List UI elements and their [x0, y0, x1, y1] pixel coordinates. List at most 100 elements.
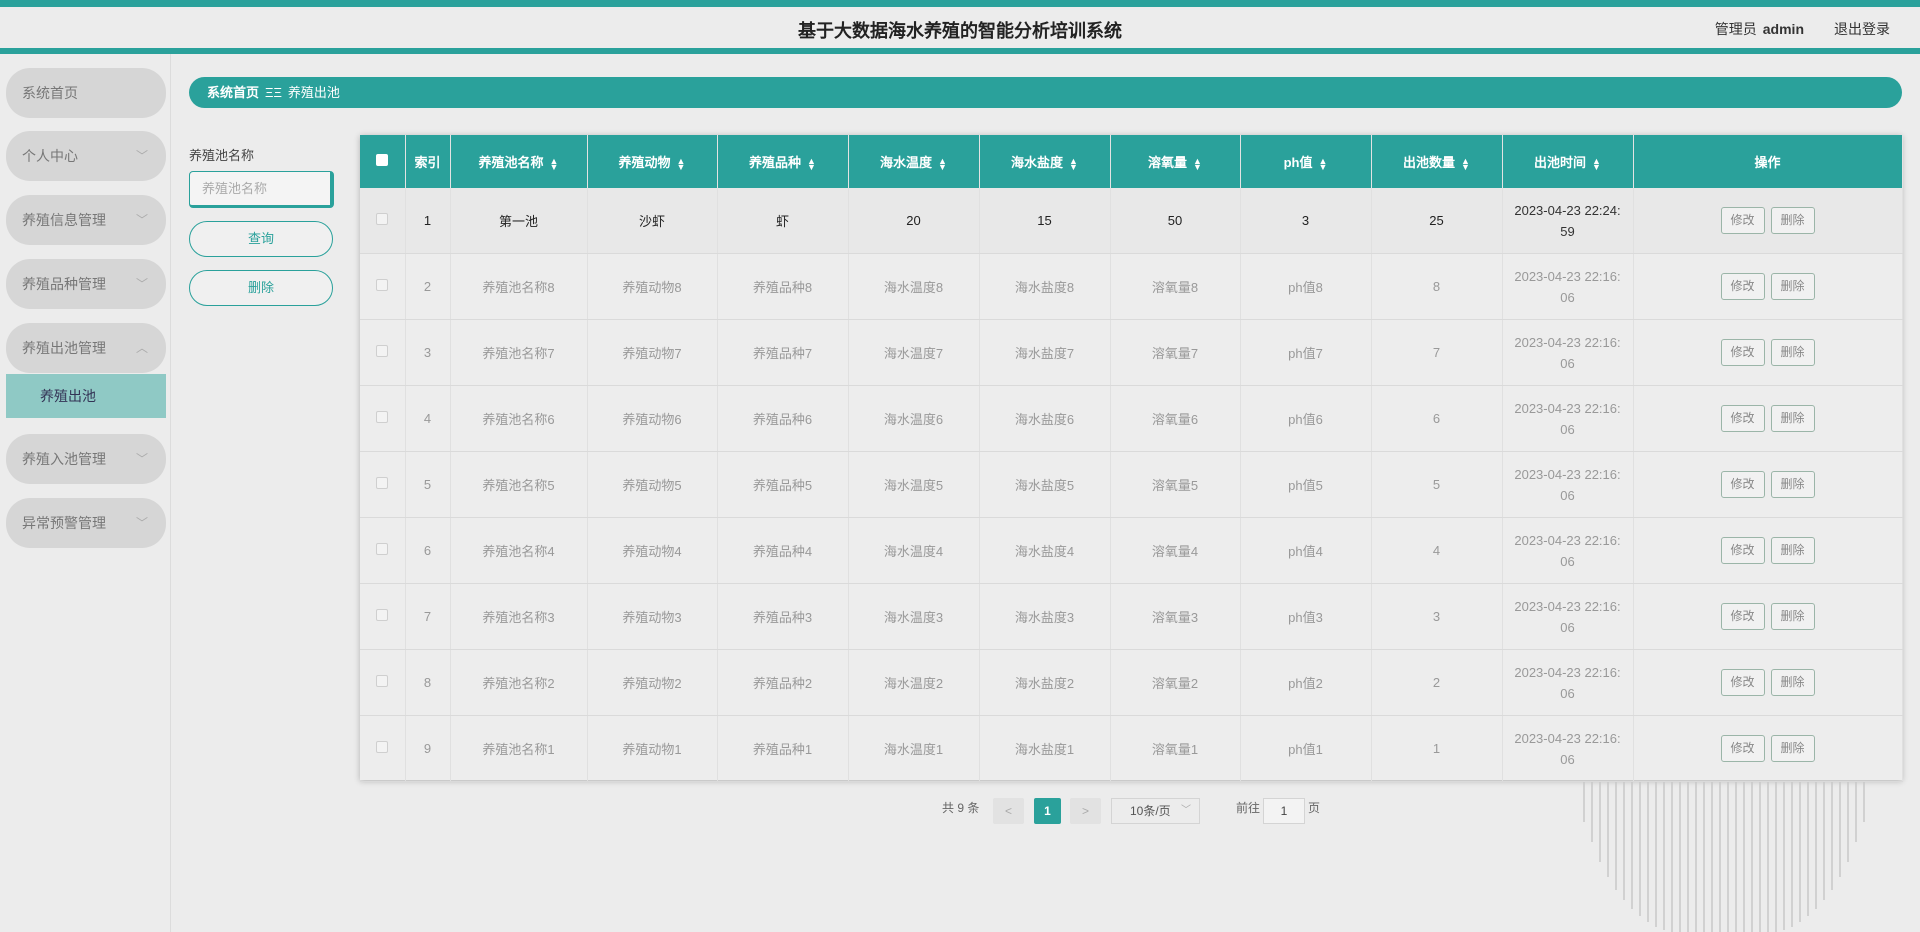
decorative-stripes [1583, 782, 1865, 932]
edit-button[interactable]: 修改 [1720, 339, 1765, 366]
sidebar-item-alert[interactable]: 异常预警管理 ﹀ [6, 498, 166, 548]
next-page-button[interactable]: > [1070, 798, 1101, 824]
cell-animal: 养殖动物4 [587, 517, 718, 584]
table-row[interactable]: 6 养殖池名称4 养殖动物4 养殖品种4 海水温度4 海水盐度4 溶氧量4 ph值4 4 2023… [360, 517, 1903, 584]
row-checkbox[interactable] [376, 345, 389, 357]
header-pool-name[interactable]: 养殖池名称 ▲ ▼ [450, 135, 588, 188]
logout-button[interactable]: 退出登录 [1834, 19, 1890, 39]
row-select-cell[interactable] [360, 583, 406, 650]
delete-button[interactable]: 删除 [1770, 339, 1815, 366]
delete-button[interactable]: 删除 [1770, 405, 1815, 432]
header-quantity[interactable]: 出池数量 ▲ ▼ [1371, 135, 1503, 188]
sidebar-subitem-pool-out[interactable]: 养殖出池 [6, 374, 166, 418]
sort-icon[interactable]: ▲ ▼ [550, 156, 559, 171]
cell-variety: 养殖品种7 [717, 319, 849, 386]
row-select-cell[interactable] [360, 649, 406, 716]
edit-button[interactable]: 修改 [1720, 537, 1765, 564]
row-checkbox[interactable] [376, 411, 389, 423]
header-animal[interactable]: 养殖动物 ▲ ▼ [587, 135, 718, 188]
sort-icon[interactable]: ▲ ▼ [1193, 156, 1202, 171]
goto-prefix: 前往 [1236, 801, 1261, 815]
row-checkbox[interactable] [376, 213, 389, 225]
cell-oxygen: 溶氧量7 [1110, 319, 1241, 386]
delete-button[interactable]: 删除 [1770, 207, 1815, 234]
table-row[interactable]: 4 养殖池名称6 养殖动物6 养殖品种6 海水温度6 海水盐度6 溶氧量6 ph值6 6 2023… [360, 385, 1903, 452]
edit-button[interactable]: 修改 [1720, 273, 1765, 300]
sort-icon[interactable]: ▲ ▼ [1461, 156, 1470, 171]
sidebar-item-breed-variety[interactable]: 养殖品种管理 ﹀ [6, 259, 166, 309]
edit-button[interactable]: 修改 [1720, 207, 1765, 234]
row-checkbox[interactable] [376, 543, 389, 555]
sort-icon[interactable]: ▲ ▼ [677, 156, 686, 171]
row-select-cell[interactable] [360, 517, 406, 584]
query-button[interactable]: 查询 [189, 221, 333, 257]
edit-button[interactable]: 修改 [1720, 471, 1765, 498]
delete-button[interactable]: 删除 [1770, 669, 1815, 696]
row-checkbox[interactable] [376, 609, 389, 621]
pool-name-search-input[interactable] [189, 171, 334, 208]
cell-actions: 修改 删除 [1633, 385, 1903, 452]
cell-temperature: 海水温度5 [848, 451, 980, 518]
row-select-cell[interactable] [360, 253, 406, 320]
table-row[interactable]: 3 养殖池名称7 养殖动物7 养殖品种7 海水温度7 海水盐度7 溶氧量7 ph值7 7 2023… [360, 319, 1903, 386]
delete-button[interactable]: 删除 [1770, 537, 1815, 564]
table-row[interactable]: 5 养殖池名称5 养殖动物5 养殖品种5 海水温度5 海水盐度5 溶氧量5 ph值5 5 2023… [360, 451, 1903, 518]
sort-icon[interactable]: ▲ ▼ [807, 156, 816, 171]
prev-page-button[interactable]: < [993, 798, 1024, 824]
header-salinity[interactable]: 海水盐度 ▲ ▼ [979, 135, 1111, 188]
page-size-select[interactable]: 10条/页 ﹀ [1111, 798, 1200, 824]
cell-out-time: 2023-04-23 22:16: 06 [1502, 649, 1634, 716]
row-select-cell[interactable] [360, 715, 406, 782]
cell-salinity: 15 [979, 188, 1111, 254]
select-all-checkbox[interactable] [376, 154, 389, 166]
row-checkbox[interactable] [376, 279, 389, 291]
batch-delete-button[interactable]: 删除 [189, 270, 333, 306]
sort-icon[interactable]: ▲ ▼ [1318, 156, 1327, 171]
cell-salinity: 海水盐度5 [979, 451, 1111, 518]
cell-actions: 修改 删除 [1633, 517, 1903, 584]
row-checkbox[interactable] [376, 741, 389, 753]
header-select-all[interactable] [360, 135, 406, 188]
delete-button[interactable]: 删除 [1770, 273, 1815, 300]
edit-button[interactable]: 修改 [1720, 405, 1765, 432]
row-select-cell[interactable] [360, 319, 406, 386]
row-checkbox[interactable] [376, 477, 389, 489]
header-temperature[interactable]: 海水温度 ▲ ▼ [848, 135, 980, 188]
row-checkbox[interactable] [376, 675, 389, 687]
table-row[interactable]: 1 第一池 沙虾虾 20 15 50 3 25 2023-04-23 22:24: 59 修改 删除 [360, 188, 1903, 254]
chevron-down-icon: ﹀ [135, 516, 148, 530]
table-row[interactable]: 9 养殖池名称1 养殖动物1 养殖品种1 海水温度1 海水盐度1 溶氧量1 ph值1 1 2023… [360, 715, 1903, 782]
header-oxygen[interactable]: 溶氧量 ▲ ▼ [1110, 135, 1241, 188]
edit-button[interactable]: 修改 [1720, 735, 1765, 762]
sort-icon[interactable]: ▲ ▼ [1592, 156, 1601, 171]
row-select-cell[interactable] [360, 188, 406, 254]
header-out-time[interactable]: 出池时间 ▲ ▼ [1502, 135, 1634, 188]
sidebar-item-label: 养殖入池管理 [22, 451, 106, 467]
breadcrumb-home[interactable]: 系统首页 [207, 85, 259, 100]
header-ph[interactable]: ph值 ▲ ▼ [1240, 135, 1372, 188]
sidebar-item-profile[interactable]: 个人中心 ﹀ [6, 131, 166, 181]
chevron-down-icon: ﹀ [135, 149, 148, 163]
cell-index: 1 [405, 188, 451, 254]
sidebar-item-home[interactable]: 系统首页 [6, 68, 166, 118]
sort-icon[interactable]: ▲ ▼ [938, 156, 947, 171]
row-select-cell[interactable] [360, 451, 406, 518]
sidebar-item-breeding-info[interactable]: 养殖信息管理 ﹀ [6, 195, 166, 245]
header-variety[interactable]: 养殖品种 ▲ ▼ [717, 135, 849, 188]
delete-button[interactable]: 删除 [1770, 471, 1815, 498]
sidebar-item-pool-in[interactable]: 养殖入池管理 ﹀ [6, 434, 166, 484]
edit-button[interactable]: 修改 [1720, 669, 1765, 696]
delete-button[interactable]: 删除 [1770, 735, 1815, 762]
sidebar-item-pool-out[interactable]: 养殖出池管理 ︿ [6, 323, 166, 373]
table-row[interactable]: 8 养殖池名称2 养殖动物2 养殖品种2 海水温度2 海水盐度2 溶氧量2 ph值2 2 2023… [360, 649, 1903, 716]
page-number-1[interactable]: 1 [1034, 798, 1061, 824]
cell-pool-name: 养殖池名称4 [450, 517, 588, 584]
delete-button[interactable]: 删除 [1770, 603, 1815, 630]
table-row[interactable]: 2 养殖池名称8 养殖动物8 养殖品种8 海水温度8 海水盐度8 溶氧量8 ph值8 8 2023… [360, 253, 1903, 320]
row-select-cell[interactable] [360, 385, 406, 452]
sort-icon[interactable]: ▲ ▼ [1069, 156, 1078, 171]
table-row[interactable]: 7 养殖池名称3 养殖动物3 养殖品种3 海水温度3 海水盐度3 溶氧量3 ph值3 3 2023… [360, 583, 1903, 650]
goto-page-input[interactable] [1263, 798, 1305, 824]
edit-button[interactable]: 修改 [1720, 603, 1765, 630]
cell-pool-name: 养殖池名称7 [450, 319, 588, 386]
